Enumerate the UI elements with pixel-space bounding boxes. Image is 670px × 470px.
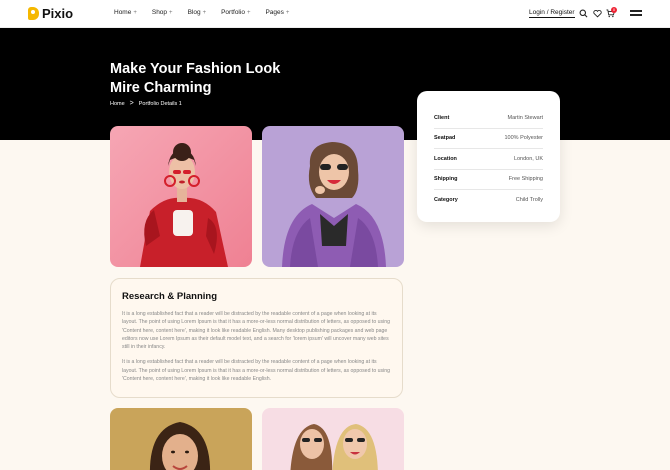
detail-label: Client (434, 114, 450, 121)
menu-item-pages[interactable]: Pages + (265, 9, 289, 16)
menu-item-label: Shop (151, 9, 168, 16)
plus-icon: + (133, 9, 137, 16)
detail-row-seatpad: Seatpad 100% Polyester (434, 129, 543, 149)
portfolio-photo-friends (262, 408, 404, 470)
plus-icon: + (246, 9, 251, 16)
chevron-right-icon: > (129, 100, 134, 107)
detail-row-shipping: Shipping Free Shipping (434, 170, 543, 190)
top-navbar: Pixio Home + Shop + Blog + Portfolio + Pages… (0, 0, 670, 28)
menu-item-portfolio[interactable]: Portfolio + (221, 9, 250, 16)
plus-icon: + (169, 9, 173, 16)
menu-item-label: Home (114, 9, 132, 16)
detail-row-client: Client Martin Stewart (434, 108, 543, 129)
detail-value: London, UK (513, 155, 543, 162)
detail-value: Child Trolly (515, 197, 543, 204)
login-register-link[interactable]: Login / Register (529, 9, 575, 18)
plus-icon: + (285, 9, 290, 16)
search-icon[interactable] (579, 9, 588, 18)
brand-logo[interactable]: Pixio (28, 6, 73, 21)
detail-label: Category (434, 197, 458, 204)
detail-label: Location (434, 155, 457, 162)
menu-item-shop[interactable]: Shop + (152, 9, 173, 16)
portfolio-photo-portrait (110, 408, 252, 470)
logo-icon (28, 7, 39, 20)
heart-icon[interactable] (593, 9, 602, 18)
menu-item-home[interactable]: Home + (114, 9, 137, 16)
project-details-card: Client Martin Stewart Seatpad 100% Polye… (417, 91, 560, 222)
section-paragraph: It is a long established fact that a rea… (122, 311, 391, 351)
menu-item-label: Blog (187, 9, 201, 16)
breadcrumb-home-link[interactable]: Home (110, 101, 125, 107)
plus-icon: + (202, 9, 207, 16)
menu-item-blog[interactable]: Blog + (188, 9, 207, 16)
menu-item-label: Pages (265, 9, 284, 16)
cart-count-badge: 0 (611, 7, 617, 13)
portfolio-photo-red-outfit (110, 126, 252, 267)
detail-value: Free Shipping (508, 176, 543, 183)
breadcrumb-current: Portfolio Details 1 (138, 100, 182, 107)
menu-item-label: Portfolio (221, 9, 245, 16)
detail-row-location: Location London, UK (434, 149, 543, 170)
hamburger-menu-icon[interactable] (630, 10, 642, 18)
detail-row-category: Category Child Trolly (434, 190, 543, 211)
section-heading: Research & Planning (122, 291, 218, 302)
page-title: Make Your Fashion Look Mire Charming (110, 61, 281, 96)
detail-label: Seatpad (434, 135, 456, 142)
portfolio-photo-purple-coat (262, 126, 404, 267)
brand-name: Pixio (42, 6, 74, 21)
main-menu: Home + Shop + Blog + Portfolio + Pages + (114, 9, 304, 16)
page-hero-banner (0, 28, 670, 140)
detail-label: Shipping (434, 176, 458, 183)
breadcrumb: Home > Portfolio Details 1 (110, 100, 182, 107)
detail-value: 100% Polyester (504, 135, 543, 142)
research-planning-section: Research & Planning It is a long establi… (110, 278, 403, 398)
section-paragraph: It is a long established fact that a rea… (122, 359, 391, 383)
detail-value: Martin Stewart (507, 114, 543, 121)
